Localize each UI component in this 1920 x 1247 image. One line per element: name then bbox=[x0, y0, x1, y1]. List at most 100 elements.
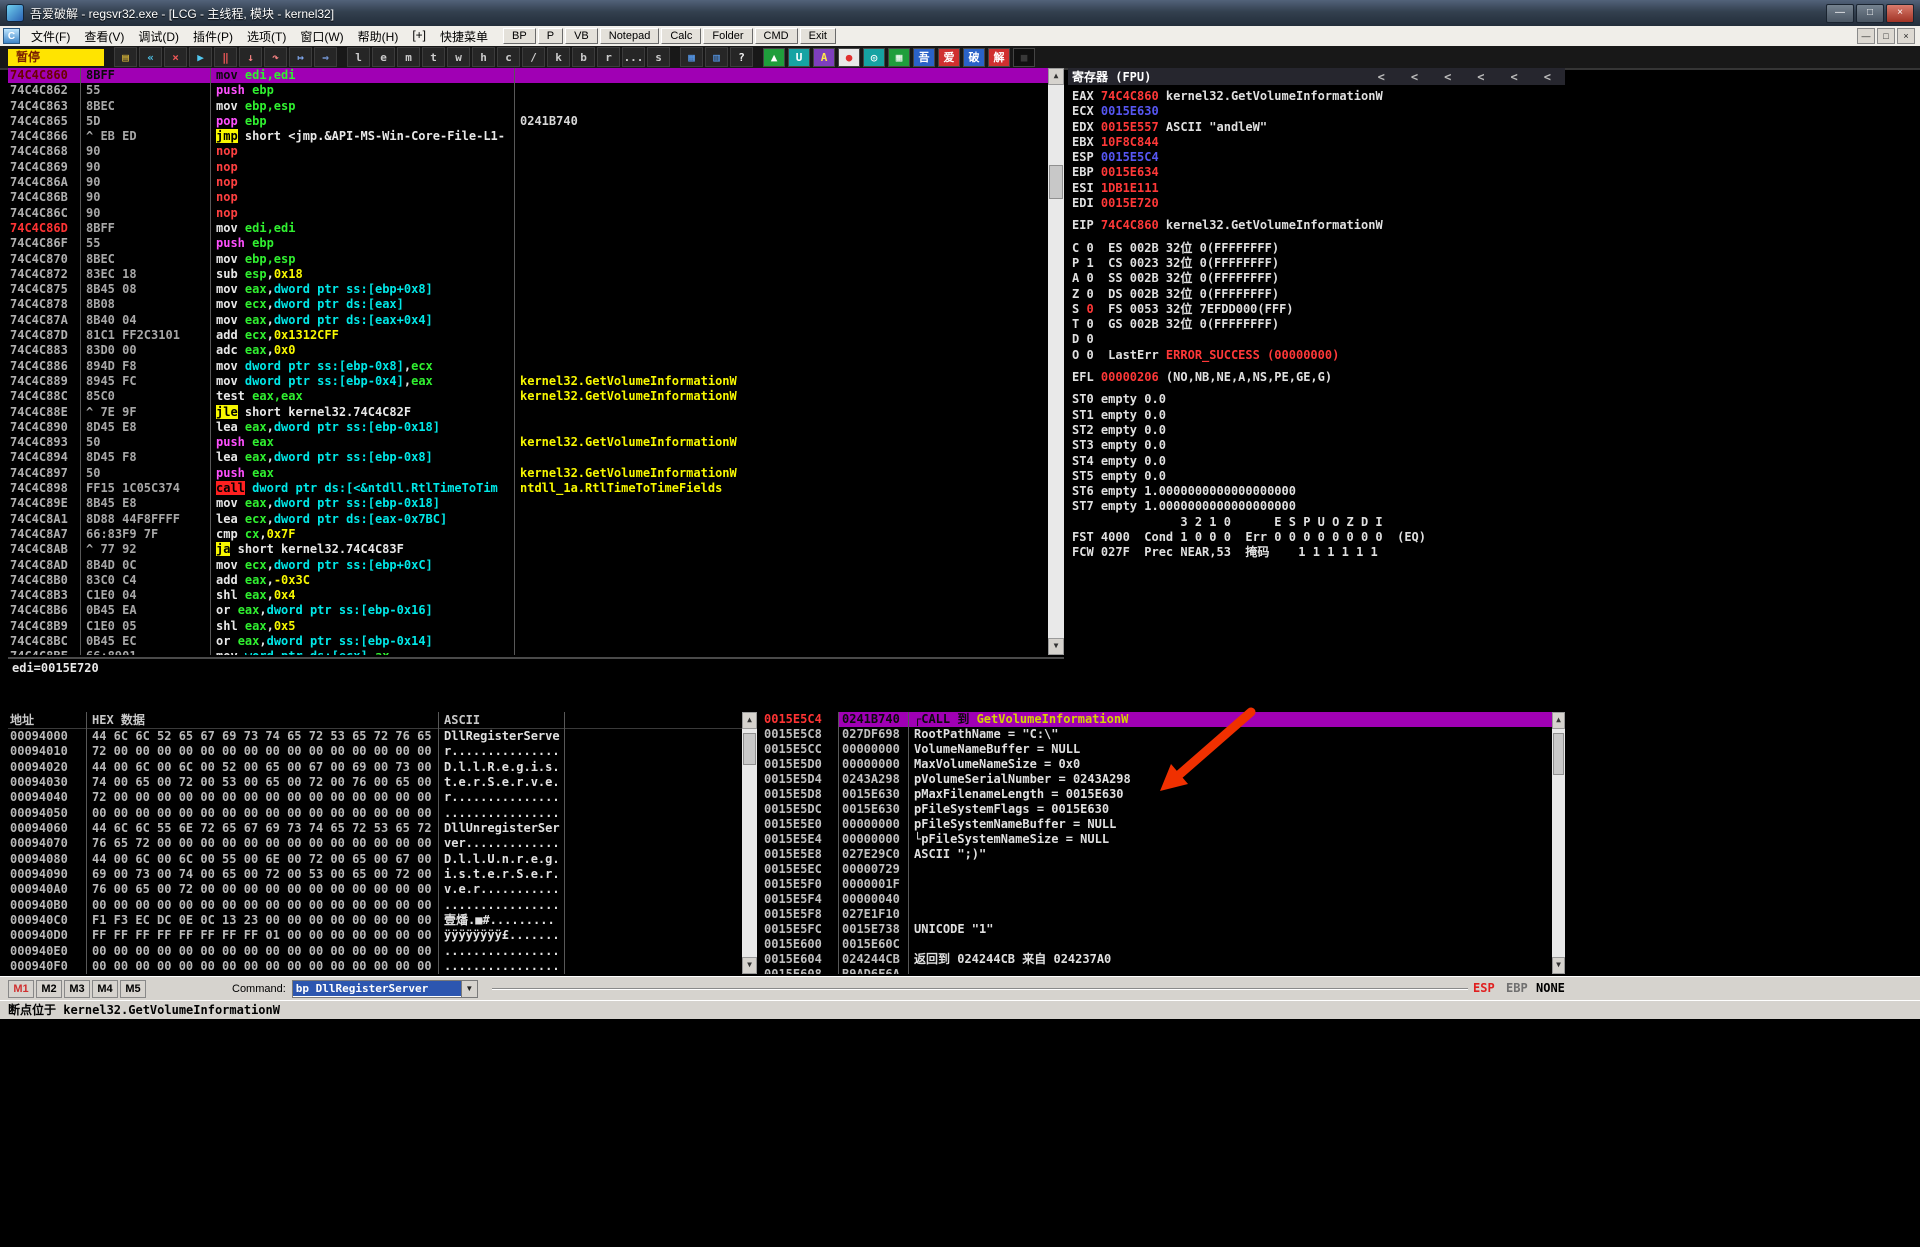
disasm-row[interactable]: 74C4C8B083C0 C4add eax,-0x3C bbox=[8, 573, 1048, 588]
scroll-up-icon[interactable]: ▲ bbox=[1048, 68, 1064, 85]
scrollbar-thumb[interactable] bbox=[743, 733, 756, 765]
register-row[interactable]: D 0 bbox=[1068, 332, 1565, 347]
disasm-row[interactable]: 74C4C8788B08mov ecx,dword ptr ds:[eax] bbox=[8, 297, 1048, 312]
toolbar-letter-slash[interactable]: / bbox=[522, 47, 545, 67]
register-scroll-arrow-icon[interactable]: < bbox=[1378, 70, 1385, 84]
toolbar-letter-c[interactable]: c bbox=[497, 47, 520, 67]
menu-button-bp[interactable]: BP bbox=[503, 28, 536, 44]
scroll-up-icon[interactable]: ▲ bbox=[742, 712, 757, 729]
register-row[interactable]: ST6 empty 1.0000000000000000000 bbox=[1068, 484, 1565, 499]
disasm-row[interactable]: 74C4C8A766:83F9 7Fcmp cx,0x7F bbox=[8, 527, 1048, 542]
plugin-po-icon[interactable]: 破 bbox=[963, 48, 985, 67]
stack-row[interactable]: 0015E5C40241B740┌CALL 到 GetVolumeInforma… bbox=[762, 712, 1552, 727]
disasm-row[interactable]: 74C4C88E^ 7E 9Fjle short kernel32.74C4C8… bbox=[8, 405, 1048, 420]
disasm-row[interactable]: 74C4C86B90nop bbox=[8, 190, 1048, 205]
macro-tab-m3[interactable]: M3 bbox=[64, 980, 90, 998]
disasm-row[interactable]: 74C4C8898945 FCmov dword ptr ss:[ebp-0x4… bbox=[8, 374, 1048, 389]
pause-icon[interactable]: ‖ bbox=[214, 47, 237, 67]
disasm-row[interactable]: 74C4C8655Dpop ebp0241B740 bbox=[8, 114, 1048, 129]
windows-icon[interactable]: ▦ bbox=[680, 47, 703, 67]
disasm-row[interactable]: 74C4C8708BECmov ebp,esp bbox=[8, 252, 1048, 267]
plugin-record-icon[interactable]: ● bbox=[838, 48, 860, 67]
indicator-esp[interactable]: ESP bbox=[1473, 981, 1495, 995]
stack-row[interactable]: 0015E5D000000000MaxVolumeNameSize = 0x0 bbox=[762, 757, 1552, 772]
menu-item[interactable]: 快捷菜单 bbox=[433, 26, 495, 47]
dump-scrollbar[interactable]: ▲ ▼ bbox=[742, 712, 757, 974]
dump-row[interactable]: 0009403074 00 65 00 72 00 53 00 65 00 72… bbox=[8, 775, 742, 790]
menu-item[interactable]: 窗口(W) bbox=[293, 26, 350, 47]
menu-button-p[interactable]: P bbox=[538, 28, 563, 44]
dump-row[interactable]: 000940C0F1 F3 EC DC 0E 0C 13 23 00 00 00… bbox=[8, 913, 742, 928]
register-row[interactable]: EBX 10F8C844 bbox=[1068, 135, 1565, 150]
register-row[interactable]: ESP 0015E5C4 bbox=[1068, 150, 1565, 165]
toolbar-letter-dots[interactable]: ... bbox=[622, 47, 645, 67]
register-row[interactable]: S 0 FS 0053 32位 7EFDD000(FFF) bbox=[1068, 302, 1565, 317]
register-row[interactable]: O 0 LastErr ERROR_SUCCESS (00000000) bbox=[1068, 348, 1565, 363]
toolbar-letter-r[interactable]: r bbox=[597, 47, 620, 67]
register-row[interactable]: EIP 74C4C860 kernel32.GetVolumeInformati… bbox=[1068, 218, 1565, 233]
scroll-down-icon[interactable]: ▼ bbox=[1048, 638, 1064, 655]
disasm-row[interactable]: 74C4C8B60B45 EAor eax,dword ptr ss:[ebp-… bbox=[8, 603, 1048, 618]
register-scroll-arrow-icon[interactable]: < bbox=[1411, 70, 1418, 84]
stack-row[interactable]: 0015E5E400000000└pFileSystemNameSize = N… bbox=[762, 832, 1552, 847]
toolbar-letter-b[interactable]: b bbox=[572, 47, 595, 67]
disasm-row[interactable]: 74C4C87A8B40 04mov eax,dword ptr ds:[eax… bbox=[8, 313, 1048, 328]
disasm-row[interactable]: 74C4C8908D45 E8lea eax,dword ptr ss:[ebp… bbox=[8, 420, 1048, 435]
stack-row[interactable]: 0015E5F00000001F bbox=[762, 877, 1552, 892]
dump-row[interactable]: 000940D0FF FF FF FF FF FF FF FF 01 00 00… bbox=[8, 928, 742, 943]
disasm-row[interactable]: 74C4C8758B45 08mov eax,dword ptr ss:[ebp… bbox=[8, 282, 1048, 297]
register-scroll-arrow-icon[interactable]: < bbox=[1477, 70, 1484, 84]
toolbar-letter-k[interactable]: k bbox=[547, 47, 570, 67]
disasm-row[interactable]: 74C4C86F55push ebp bbox=[8, 236, 1048, 251]
step-over-icon[interactable]: ↷ bbox=[264, 47, 287, 67]
scroll-down-icon[interactable]: ▼ bbox=[1552, 957, 1565, 974]
plugin-ai-icon[interactable]: 爱 bbox=[938, 48, 960, 67]
toolbar-letter-s[interactable]: s bbox=[647, 47, 670, 67]
mdi-close-button[interactable]: × bbox=[1897, 28, 1915, 44]
plugin-wu-icon[interactable]: 吾 bbox=[913, 48, 935, 67]
disasm-row[interactable]: 74C4C886894D F8mov dword ptr ss:[ebp-0x8… bbox=[8, 359, 1048, 374]
disasm-row[interactable]: 74C4C8AD8B4D 0Cmov ecx,dword ptr ss:[ebp… bbox=[8, 558, 1048, 573]
register-row[interactable]: ST7 empty 1.0000000000000000000 bbox=[1068, 499, 1565, 514]
chevron-down-icon[interactable]: ▼ bbox=[461, 981, 477, 997]
run-to-cursor-icon[interactable]: ⇒ bbox=[314, 47, 337, 67]
restart-icon[interactable]: « bbox=[139, 47, 162, 67]
menu-item[interactable]: 选项(T) bbox=[240, 26, 293, 47]
disasm-row[interactable]: 74C4C89350push eaxkernel32.GetVolumeInfo… bbox=[8, 435, 1048, 450]
stack-pane[interactable]: 0015E5C40241B740┌CALL 到 GetVolumeInforma… bbox=[762, 712, 1552, 974]
step-into-icon[interactable]: ↓ bbox=[239, 47, 262, 67]
memory-dump-pane[interactable]: 地址 HEX 数据 ASCII 0009400044 6C 6C 52 65 6… bbox=[8, 712, 742, 974]
close-icon[interactable]: × bbox=[164, 47, 187, 67]
dump-row[interactable]: 0009408044 00 6C 00 6C 00 55 00 6E 00 72… bbox=[8, 852, 742, 867]
scrollbar-thumb[interactable] bbox=[1049, 165, 1063, 199]
stack-row[interactable]: 0015E5DC0015E630pFileSystemFlags = 0015E… bbox=[762, 802, 1552, 817]
plugin-black-icon[interactable]: ■ bbox=[1013, 48, 1035, 67]
registers-pane[interactable]: 寄存器 (FPU) <<<<<< EAX 74C4C860 kernel32.G… bbox=[1068, 68, 1565, 708]
info-pane[interactable]: edi=0015E720 bbox=[8, 657, 1064, 708]
disasm-row[interactable]: 74C4C8948D45 F8lea eax,dword ptr ss:[ebp… bbox=[8, 450, 1048, 465]
toolbar-letter-t[interactable]: t bbox=[422, 47, 445, 67]
disasm-row[interactable]: 74C4C86990nop bbox=[8, 160, 1048, 175]
menu-button-exit[interactable]: Exit bbox=[800, 28, 836, 44]
disasm-row[interactable]: 74C4C89750push eaxkernel32.GetVolumeInfo… bbox=[8, 466, 1048, 481]
disasm-row[interactable]: 74C4C87D81C1 FF2C3101add ecx,0x1312CFF bbox=[8, 328, 1048, 343]
disasm-row[interactable]: 74C4C87283EC 18sub esp,0x18 bbox=[8, 267, 1048, 282]
dump-row[interactable]: 0009400044 6C 6C 52 65 67 69 73 74 65 72… bbox=[8, 729, 742, 744]
register-row[interactable]: A 0 SS 002B 32位 0(FFFFFFFF) bbox=[1068, 271, 1565, 286]
disassembly-pane[interactable]: 74C4C8608BFFmov edi,edi74C4C86255push eb… bbox=[8, 68, 1048, 655]
register-row[interactable]: FCW 027F Prec NEAR,53 掩码 1 1 1 1 1 1 bbox=[1068, 545, 1565, 560]
toolbar-letter-l[interactable]: l bbox=[347, 47, 370, 67]
disasm-row[interactable]: 74C4C86A90nop bbox=[8, 175, 1048, 190]
command-input[interactable]: bp DllRegisterServer ▼ bbox=[292, 980, 478, 998]
tile-icon[interactable]: ▥ bbox=[705, 47, 728, 67]
run-icon[interactable]: ▶ bbox=[189, 47, 212, 67]
help-icon[interactable]: ? bbox=[730, 47, 753, 67]
register-row[interactable]: T 0 GS 002B 32位 0(FFFFFFFF) bbox=[1068, 317, 1565, 332]
stack-row[interactable]: 0015E5F400000040 bbox=[762, 892, 1552, 907]
disasm-row[interactable]: 74C4C89E8B45 E8mov eax,dword ptr ss:[ebp… bbox=[8, 496, 1048, 511]
disasm-row[interactable]: 74C4C86890nop bbox=[8, 144, 1048, 159]
disasm-row[interactable]: 74C4C8A18D88 44F8FFFFlea ecx,dword ptr d… bbox=[8, 512, 1048, 527]
plugin-u-icon[interactable]: U bbox=[788, 48, 810, 67]
menu-button-folder[interactable]: Folder bbox=[703, 28, 752, 44]
menu-item[interactable]: [+] bbox=[405, 26, 433, 47]
